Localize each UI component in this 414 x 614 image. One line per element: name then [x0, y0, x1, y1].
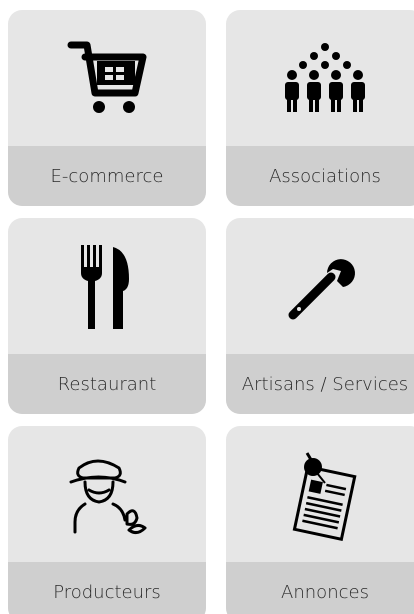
tile-label: Restaurant: [8, 354, 206, 414]
tile-label: Producteurs: [8, 562, 206, 614]
tile-icon-area: [226, 10, 414, 148]
tile-label: E-commerce: [8, 146, 206, 206]
farmer-icon: [69, 459, 147, 535]
tile-icon-area: [8, 426, 206, 564]
tile-icon-area: [226, 426, 414, 564]
tile-e-commerce[interactable]: E-commerce: [8, 10, 206, 206]
tile-annonces[interactable]: Annonces: [226, 426, 414, 614]
tile-icon-area: [226, 218, 414, 356]
tile-label: Annonces: [226, 562, 414, 614]
pinned-note-icon: [292, 452, 357, 541]
tile-artisans-services[interactable]: Artisans / Services: [226, 218, 414, 414]
fork-knife-icon: [81, 245, 129, 329]
people-group-icon: [285, 43, 365, 112]
tile-producteurs[interactable]: Producteurs: [8, 426, 206, 614]
tile-label: Artisans / Services: [226, 354, 414, 414]
shopping-cart-icon: [67, 41, 147, 113]
tile-restaurant[interactable]: Restaurant: [8, 218, 206, 414]
wrench-icon: [288, 259, 355, 320]
tile-icon-area: [8, 10, 206, 148]
category-grid: E-commerce Associations Restaurant Artis…: [0, 0, 414, 614]
tile-label: Associations: [226, 146, 414, 206]
tile-icon-area: [8, 218, 206, 356]
tile-associations[interactable]: Associations: [226, 10, 414, 206]
